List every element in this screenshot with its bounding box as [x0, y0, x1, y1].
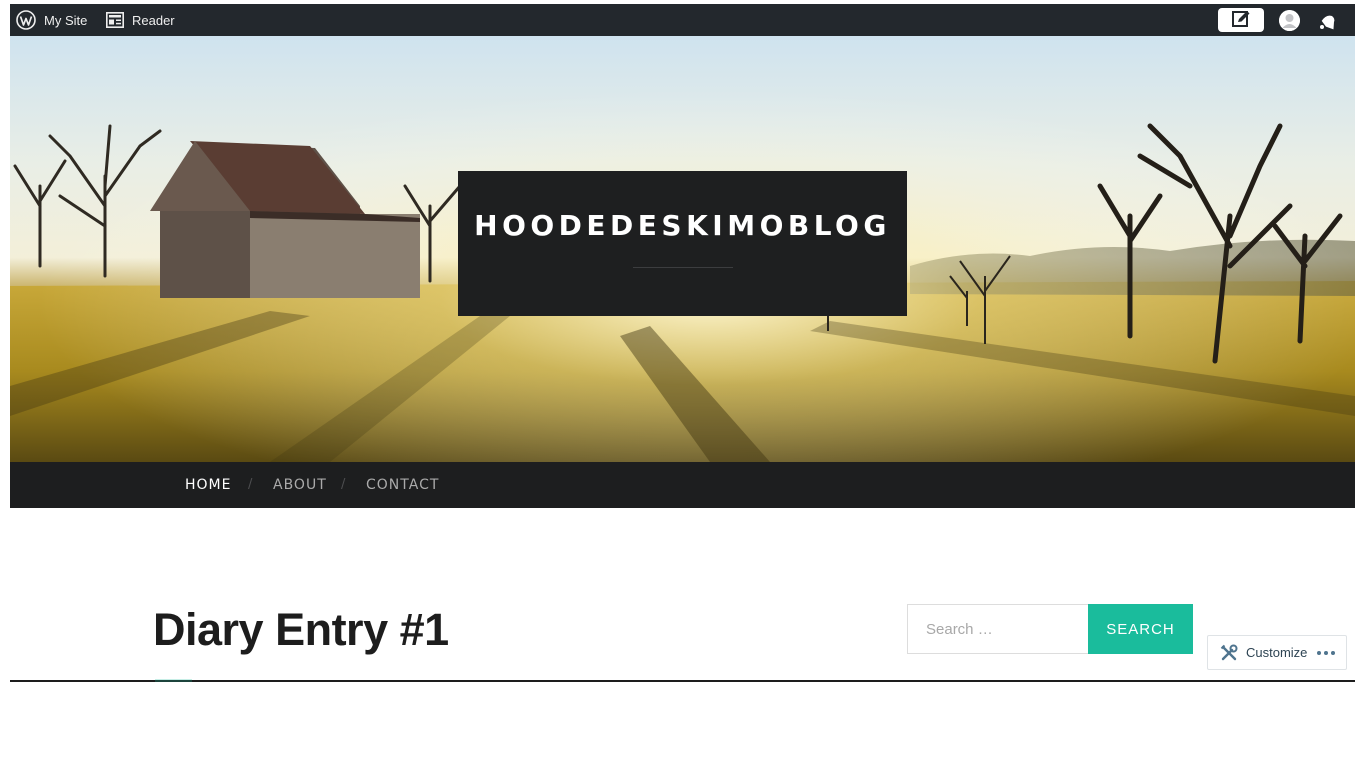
- customize-label: Customize: [1246, 645, 1308, 660]
- title-divider: [633, 267, 733, 268]
- nav-item-about[interactable]: ABOUT: [273, 477, 327, 493]
- search-input[interactable]: [907, 604, 1089, 654]
- content-divider: [10, 680, 1355, 682]
- site-title[interactable]: HOODEDESKIMOBLOG: [458, 209, 907, 242]
- wordpress-icon: [16, 10, 36, 30]
- nav-item-contact[interactable]: CONTACT: [366, 477, 439, 493]
- post-title[interactable]: Diary Entry #1: [153, 604, 449, 656]
- write-icon: [1231, 10, 1251, 31]
- header-image: HOODEDESKIMOBLOG: [10, 36, 1355, 462]
- more-options-icon[interactable]: [1317, 650, 1336, 655]
- accent-divider: [155, 679, 192, 682]
- reader-link[interactable]: Reader: [106, 4, 175, 36]
- notifications-icon: [1320, 15, 1335, 30]
- page-frame: My Site Reader HOODEDESKIMOBLOG HOME / A…: [10, 4, 1355, 682]
- nav-separator: /: [341, 477, 346, 492]
- main-navigation: HOME / ABOUT / CONTACT: [10, 462, 1355, 508]
- nav-item-home[interactable]: HOME: [185, 477, 231, 493]
- search-button[interactable]: SEARCH: [1088, 604, 1193, 654]
- avatar-icon: [1279, 10, 1300, 31]
- write-button[interactable]: [1218, 8, 1264, 32]
- site-title-box: HOODEDESKIMOBLOG: [458, 171, 907, 316]
- admin-bar: My Site Reader: [10, 4, 1355, 36]
- nav-separator: /: [248, 477, 253, 492]
- reader-label: Reader: [132, 12, 175, 28]
- my-site-link[interactable]: My Site: [16, 4, 87, 36]
- avatar[interactable]: [1279, 10, 1300, 31]
- notifications-button[interactable]: [1317, 11, 1339, 31]
- reader-icon: [106, 12, 124, 28]
- my-site-label: My Site: [44, 12, 88, 28]
- customize-button[interactable]: Customize: [1207, 635, 1347, 670]
- tools-icon: [1220, 644, 1238, 662]
